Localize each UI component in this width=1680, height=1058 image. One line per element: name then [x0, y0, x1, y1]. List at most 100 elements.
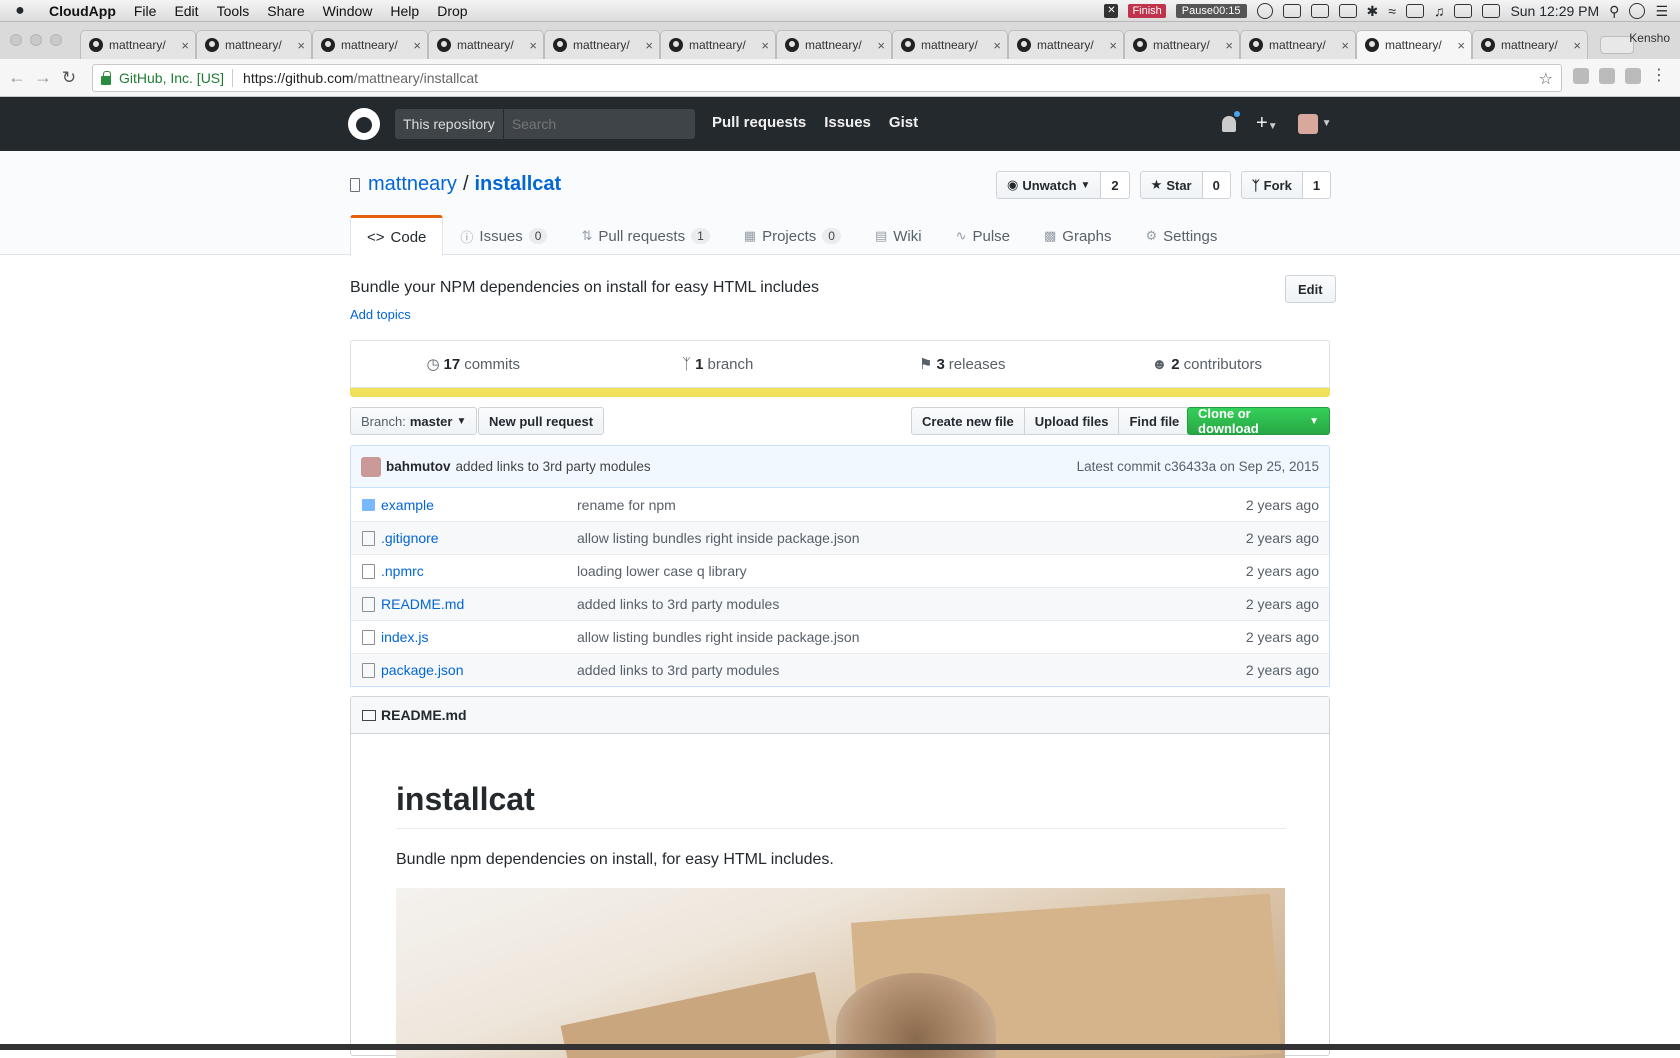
spotlight-icon[interactable]: ⚲: [1609, 3, 1619, 20]
branches-link[interactable]: ᛉ 1 branch: [596, 341, 841, 387]
tab-code[interactable]: <> Code: [350, 215, 444, 256]
address-bar[interactable]: GitHub, Inc. [US] https://github.com/mat…: [92, 64, 1562, 92]
tab-pull-requests[interactable]: ⇅ Pull requests 1: [564, 215, 726, 256]
browser-tab[interactable]: mattneary/ ×: [660, 30, 776, 59]
close-tab-icon[interactable]: ×: [1341, 38, 1349, 53]
tab-projects[interactable]: ▦ Projects 0: [727, 215, 858, 256]
nav-gist[interactable]: Gist: [889, 114, 918, 131]
new-pull-request-button[interactable]: New pull request: [478, 407, 605, 435]
reload-icon[interactable]: ↻: [56, 68, 82, 88]
cloud-icon[interactable]: [1256, 3, 1273, 19]
close-tab-icon[interactable]: ×: [877, 38, 885, 53]
close-tab-icon[interactable]: ×: [1573, 38, 1581, 53]
find-file-button[interactable]: Find file: [1119, 407, 1191, 435]
edit-button[interactable]: Edit: [1285, 275, 1336, 303]
back-icon[interactable]: ←: [4, 67, 30, 88]
clone-or-download-button[interactable]: Clone or download ▼: [1187, 406, 1330, 436]
close-tab-icon[interactable]: ×: [1225, 38, 1233, 53]
lock-icon[interactable]: [101, 70, 111, 85]
close-tab-icon[interactable]: ×: [1457, 38, 1465, 53]
user-menu-button[interactable]: ▼: [1297, 113, 1332, 134]
calendar-icon[interactable]: [1482, 4, 1501, 18]
file-name-link[interactable]: README.md: [381, 596, 577, 612]
menu-edit[interactable]: Edit: [165, 3, 207, 19]
browser-tab[interactable]: mattneary/ ×: [80, 30, 196, 59]
close-tab-icon[interactable]: ×: [1109, 38, 1117, 53]
recording-finish-button[interactable]: Finish: [1128, 4, 1166, 18]
chrome-menu-icon[interactable]: ⋮: [1651, 65, 1667, 84]
close-tab-icon[interactable]: ×: [645, 38, 653, 53]
close-tab-icon[interactable]: ×: [761, 38, 769, 53]
apple-menu-icon[interactable]: ●: [0, 2, 40, 20]
browser-tab[interactable]: mattneary/ ×: [1008, 30, 1124, 59]
close-window-icon[interactable]: [10, 34, 22, 46]
close-tab-icon[interactable]: ×: [993, 38, 1001, 53]
browser-tab[interactable]: mattneary/ ×: [776, 30, 892, 59]
menu-tools[interactable]: Tools: [208, 3, 259, 19]
search-scope[interactable]: This repository: [395, 109, 504, 139]
tag-extension-icon[interactable]: [1599, 68, 1615, 84]
avatar[interactable]: [361, 456, 381, 477]
file-commit-message[interactable]: allow listing bundles right inside packa…: [577, 629, 860, 645]
star-count[interactable]: 0: [1202, 171, 1231, 199]
zoom-window-icon[interactable]: [50, 34, 62, 46]
bookmark-star-icon[interactable]: ☆: [1539, 69, 1553, 89]
recording-close-icon[interactable]: ✕: [1104, 4, 1119, 18]
profile-name[interactable]: Kensho: [1629, 31, 1670, 45]
tab-settings[interactable]: ⚙ Settings: [1129, 215, 1235, 256]
browser-tab[interactable]: mattneary/ ×: [312, 30, 428, 59]
contributors-link[interactable]: ☻ 2 contributors: [1085, 341, 1330, 387]
file-name-link[interactable]: index.js: [381, 629, 577, 645]
tab-graphs[interactable]: ▩ Graphs: [1027, 215, 1129, 256]
unwatch-button[interactable]: ◉ Unwatch ▼: [996, 171, 1102, 199]
file-name-link[interactable]: .npmrc: [381, 563, 577, 579]
menu-drop[interactable]: Drop: [428, 3, 476, 19]
menu-file[interactable]: File: [125, 3, 166, 19]
commit-message[interactable]: added links to 3rd party modules: [456, 459, 651, 474]
file-commit-message[interactable]: allow listing bundles right inside packa…: [577, 530, 860, 546]
latest-commit-meta[interactable]: Latest commit c36433a on Sep 25, 2015: [1077, 459, 1319, 474]
secure-label[interactable]: GitHub, Inc. [US]: [119, 70, 224, 86]
headphones-icon[interactable]: [1282, 4, 1301, 18]
search-input[interactable]: [503, 116, 684, 132]
browser-tab[interactable]: mattneary/ ×: [1472, 30, 1588, 59]
bell-icon[interactable]: [1222, 109, 1241, 132]
minimize-window-icon[interactable]: [30, 34, 42, 46]
repo-name-link[interactable]: installcat: [475, 173, 562, 196]
browser-tab[interactable]: mattneary/ ×: [892, 30, 1008, 59]
battery-icon[interactable]: [1454, 4, 1473, 18]
add-topics-link[interactable]: Add topics: [350, 307, 411, 322]
nav-pull-requests[interactable]: Pull requests: [712, 114, 806, 131]
browser-tab[interactable]: mattneary/ ×: [1356, 30, 1472, 59]
file-name-link[interactable]: example: [381, 497, 577, 513]
camera-extension-icon[interactable]: [1573, 68, 1589, 84]
grid-icon[interactable]: [1310, 4, 1329, 18]
file-name-link[interactable]: package.json: [381, 662, 577, 678]
notification-center-icon[interactable]: ☰: [1655, 3, 1668, 20]
puzzle-extension-icon[interactable]: [1625, 68, 1641, 84]
menu-app-name[interactable]: CloudApp: [40, 3, 125, 19]
sidebar-icon[interactable]: [1338, 4, 1357, 18]
file-name-link[interactable]: .gitignore: [381, 530, 577, 546]
menubar-clock[interactable]: Sun 12:29 PM: [1510, 3, 1599, 19]
watch-count[interactable]: 2: [1101, 171, 1130, 199]
close-tab-icon[interactable]: ×: [181, 38, 189, 53]
airplay-icon[interactable]: [1405, 4, 1424, 18]
file-commit-message[interactable]: added links to 3rd party modules: [577, 596, 779, 612]
repo-owner-link[interactable]: mattneary: [368, 173, 457, 196]
create-new-button[interactable]: +▼: [1256, 112, 1278, 135]
bluetooth-icon[interactable]: ✱: [1367, 3, 1379, 20]
close-tab-icon[interactable]: ×: [529, 38, 537, 53]
star-button[interactable]: ★ Star: [1139, 171, 1203, 199]
github-logo-icon[interactable]: [348, 108, 380, 140]
tab-issues[interactable]: ⓘ Issues 0: [443, 215, 564, 256]
forward-icon[interactable]: →: [30, 67, 56, 88]
fork-count[interactable]: 1: [1302, 171, 1332, 199]
file-commit-message[interactable]: added links to 3rd party modules: [577, 662, 779, 678]
commit-author[interactable]: bahmutov: [386, 459, 451, 474]
language-bar[interactable]: [350, 388, 1330, 397]
wifi-icon[interactable]: ≈: [1388, 3, 1396, 19]
siri-icon[interactable]: [1629, 3, 1646, 19]
fork-button[interactable]: ᛉ Fork: [1240, 171, 1303, 199]
browser-tab[interactable]: mattneary/ ×: [544, 30, 660, 59]
